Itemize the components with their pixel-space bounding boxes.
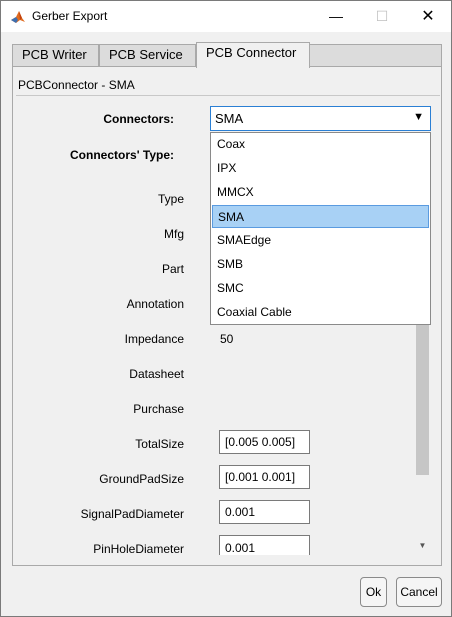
minimize-button[interactable]: —: [313, 1, 359, 32]
total-size-field[interactable]: [0.005 0.005]: [219, 430, 310, 454]
dropdown-option-coaxial-cable[interactable]: Coaxial Cable: [212, 301, 429, 324]
cancel-button[interactable]: Cancel: [396, 577, 442, 607]
gerber-export-window: Gerber Export — ☐ ✕ PCB Writer PCB Servi…: [0, 0, 452, 617]
ground-pad-size-field[interactable]: [0.001 0.001]: [219, 465, 310, 489]
connectors-dropdown-list: Coax IPX MMCX SMA SMAEdge SMB SMC Coaxia…: [210, 132, 431, 325]
tab-strip-filler: [310, 44, 442, 67]
panel-title: PCBConnector - SMA: [16, 77, 440, 96]
dropdown-option-ipx[interactable]: IPX: [212, 157, 429, 180]
maximize-button[interactable]: ☐: [359, 1, 405, 32]
annotation-label: Annotation: [126, 297, 184, 311]
total-size-label: TotalSize: [135, 437, 184, 451]
tab-pcb-connector[interactable]: PCB Connector: [196, 42, 310, 68]
chevron-down-icon[interactable]: ▼: [413, 111, 424, 123]
dropdown-option-smb[interactable]: SMB: [212, 253, 429, 276]
datasheet-label: Datasheet: [129, 367, 184, 381]
scrollbar-thumb[interactable]: [416, 323, 429, 475]
connectors-label: Connectors:: [103, 112, 174, 126]
impedance-label: Impedance: [124, 332, 184, 346]
tab-strip: PCB Writer PCB Service PCB Connector: [12, 42, 442, 68]
ok-button[interactable]: Ok: [360, 577, 387, 607]
title-bar: Gerber Export — ☐ ✕: [1, 1, 451, 32]
dropdown-option-smc[interactable]: SMC: [212, 277, 429, 300]
part-label: Part: [161, 262, 184, 276]
connectors-type-label: Connectors' Type:: [70, 148, 174, 162]
dropdown-option-smaedge[interactable]: SMAEdge: [212, 229, 429, 252]
window-title: Gerber Export: [32, 9, 108, 23]
connectors-dropdown[interactable]: SMA ▼: [210, 106, 431, 131]
dropdown-option-coax[interactable]: Coax: [212, 133, 429, 156]
connectors-dropdown-value: SMA: [215, 111, 244, 126]
pin-hole-diameter-field[interactable]: 0.001: [219, 535, 310, 555]
dropdown-option-mmcx[interactable]: MMCX: [212, 181, 429, 204]
impedance-value: 50: [220, 332, 234, 346]
matlab-icon: [11, 11, 25, 23]
close-button[interactable]: ✕: [405, 1, 451, 32]
tab-pcb-writer[interactable]: PCB Writer: [12, 44, 99, 67]
pin-hole-diameter-label: PinHoleDiameter: [93, 542, 184, 556]
ground-pad-size-label: GroundPadSize: [99, 472, 184, 486]
purchase-label: Purchase: [133, 402, 184, 416]
signal-pad-diameter-label: SignalPadDiameter: [80, 507, 184, 521]
scroll-down-arrow-icon[interactable]: ▼: [415, 539, 430, 553]
tab-pcb-service[interactable]: PCB Service: [99, 44, 196, 67]
dropdown-option-sma[interactable]: SMA: [212, 205, 429, 228]
type-label: Type: [157, 192, 184, 206]
mfg-label: Mfg: [163, 227, 184, 241]
signal-pad-diameter-field[interactable]: 0.001: [219, 500, 310, 524]
